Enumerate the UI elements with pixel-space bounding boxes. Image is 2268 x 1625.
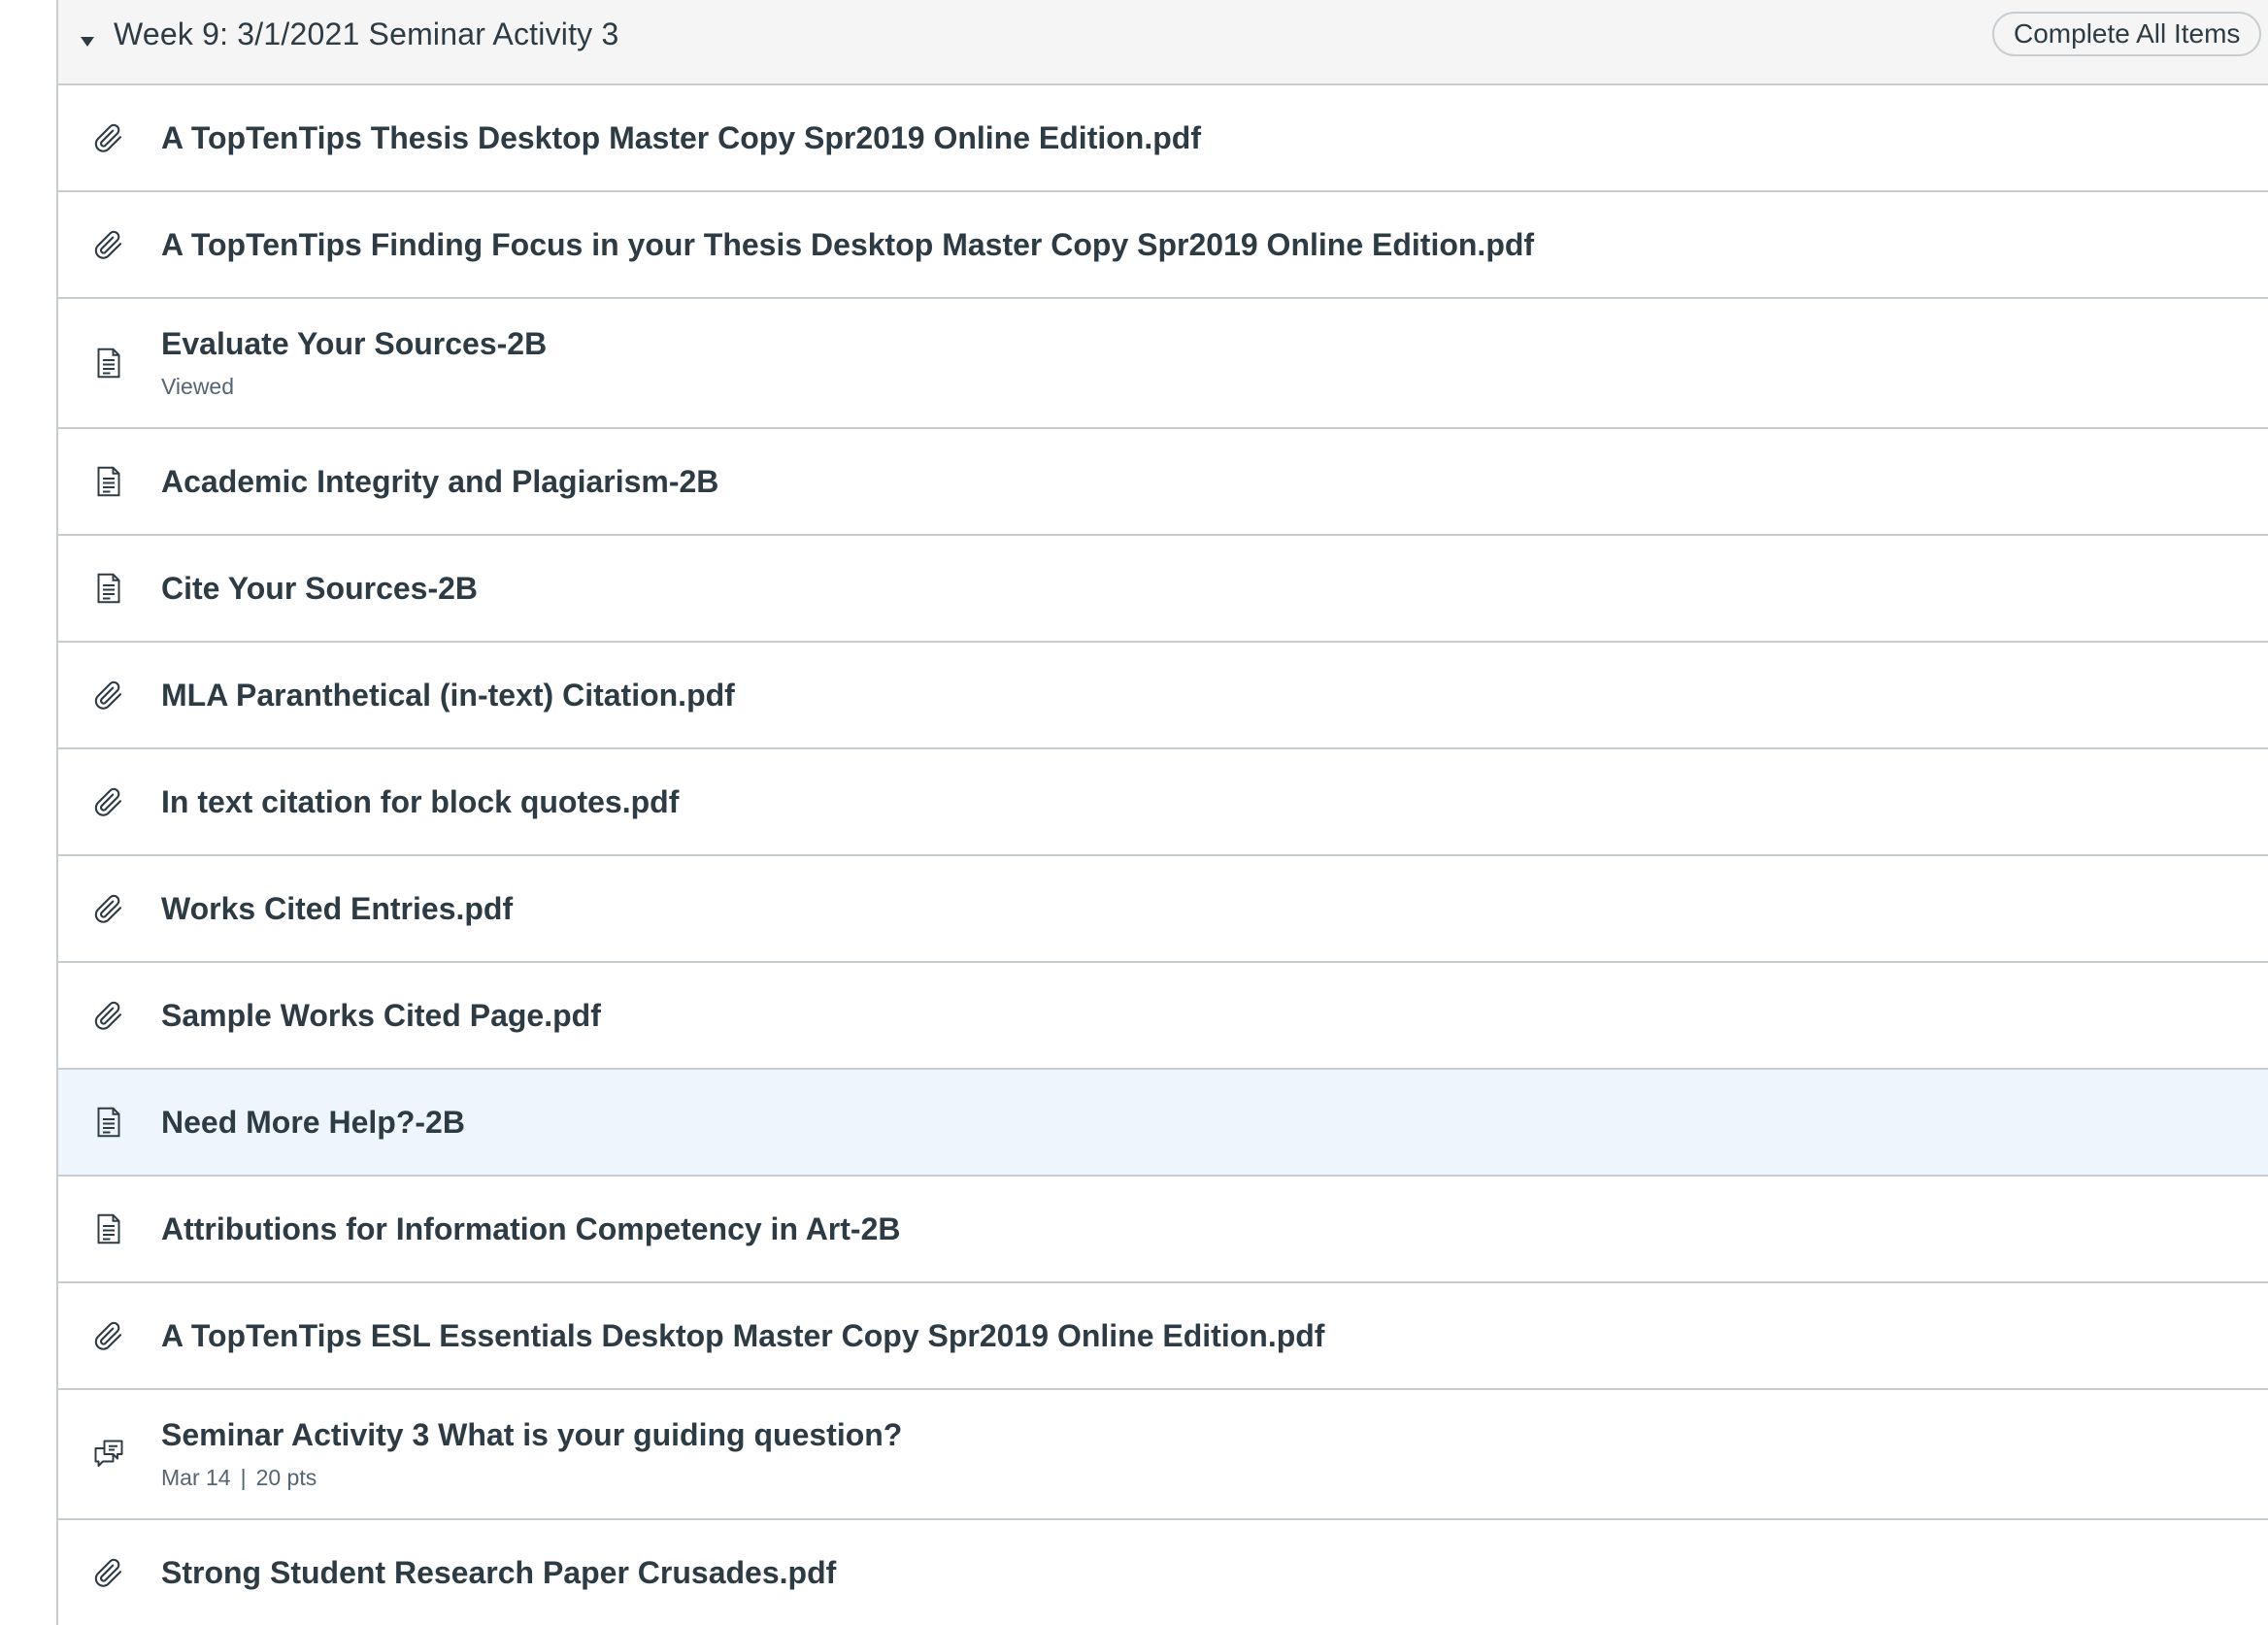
module-item-body: MLA Paranthetical (in-text) Citation.pdf [161,678,735,713]
module-item-title-link[interactable]: Need More Help?-2B [161,1105,465,1141]
paperclip-icon [91,1555,126,1590]
module-item[interactable]: Cite Your Sources-2B [58,536,2268,643]
due-date: Mar 14 [161,1465,231,1490]
document-icon [91,464,126,499]
paperclip-icon [91,998,126,1033]
module-item-title-link[interactable]: A TopTenTips Thesis Desktop Master Copy … [161,120,1201,156]
paperclip-icon [91,784,126,819]
module-item-title-link[interactable]: Strong Student Research Paper Crusades.p… [161,1555,836,1591]
module-item-title-link[interactable]: Evaluate Your Sources-2B [161,326,547,362]
document-icon [91,346,126,381]
module-item[interactable]: Seminar Activity 3 What is your guiding … [58,1390,2268,1520]
paperclip-icon [91,227,126,262]
module-item-title-link[interactable]: Cite Your Sources-2B [161,571,478,607]
item-details: Mar 14 | 20 pts [161,1465,902,1491]
module-item[interactable]: Evaluate Your Sources-2B Viewed [58,299,2268,429]
viewed-status: Viewed [161,374,235,399]
module-item-title-link[interactable]: Attributions for Information Competency … [161,1211,900,1247]
caret-down-icon[interactable] [81,37,94,47]
module-item-title-link[interactable]: MLA Paranthetical (in-text) Citation.pdf [161,678,735,713]
points-possible: 20 pts [255,1465,317,1490]
module-item[interactable]: Academic Integrity and Plagiarism-2B [58,429,2268,536]
page: Week 9: 3/1/2021 Seminar Activity 3 Comp… [0,0,2268,1625]
module-item[interactable]: A TopTenTips Thesis Desktop Master Copy … [58,85,2268,192]
module-item-title-link[interactable]: A TopTenTips ESL Essentials Desktop Mast… [161,1318,1324,1354]
module-item-title-link[interactable]: Academic Integrity and Plagiarism-2B [161,464,718,500]
module-item-body: Need More Help?-2B [161,1105,465,1141]
complete-all-items-button[interactable]: Complete All Items [1992,12,2262,56]
paperclip-icon [91,120,126,155]
module-item-body: In text citation for block quotes.pdf [161,784,679,820]
module-item[interactable]: Sample Works Cited Page.pdf [58,963,2268,1070]
module-item-title-link[interactable]: Seminar Activity 3 What is your guiding … [161,1417,902,1453]
module-item[interactable]: Works Cited Entries.pdf [58,856,2268,963]
module-title[interactable]: Week 9: 3/1/2021 Seminar Activity 3 [114,17,618,52]
module-item-body: Sample Works Cited Page.pdf [161,998,601,1034]
module-item-body: A TopTenTips Thesis Desktop Master Copy … [161,120,1201,156]
paperclip-icon [91,891,126,926]
discussion-icon [91,1437,126,1472]
paperclip-icon [91,678,126,713]
module-item-body: Strong Student Research Paper Crusades.p… [161,1555,836,1591]
module-item-body: Cite Your Sources-2B [161,571,478,607]
document-icon [91,1211,126,1246]
module-item[interactable]: Attributions for Information Competency … [58,1177,2268,1283]
paperclip-icon [91,1318,126,1353]
module-item[interactable]: A TopTenTips ESL Essentials Desktop Mast… [58,1283,2268,1390]
meta-separator: | [240,1465,247,1490]
module-item-body: Works Cited Entries.pdf [161,891,513,927]
module-item-body: Seminar Activity 3 What is your guiding … [161,1417,902,1491]
module-item-title-link[interactable]: In text citation for block quotes.pdf [161,784,679,820]
module-item[interactable]: In text citation for block quotes.pdf [58,749,2268,856]
module-item[interactable]: A TopTenTips Finding Focus in your Thesi… [58,192,2268,299]
module-header[interactable]: Week 9: 3/1/2021 Seminar Activity 3 Comp… [58,0,2268,85]
module-items-list: A TopTenTips Thesis Desktop Master Copy … [58,85,2268,1625]
module-item-title-link[interactable]: Works Cited Entries.pdf [161,891,513,927]
module-item[interactable]: MLA Paranthetical (in-text) Citation.pdf [58,643,2268,749]
module-item[interactable]: Need More Help?-2B [58,1070,2268,1177]
module-week-9: Week 9: 3/1/2021 Seminar Activity 3 Comp… [58,0,2268,1625]
module-item[interactable]: Strong Student Research Paper Crusades.p… [58,1520,2268,1625]
module-item-body: Academic Integrity and Plagiarism-2B [161,464,718,500]
module-item-body: A TopTenTips Finding Focus in your Thesi… [161,227,1534,263]
module-item-body: A TopTenTips ESL Essentials Desktop Mast… [161,1318,1324,1354]
document-icon [91,1105,126,1140]
module-item-title-link[interactable]: Sample Works Cited Page.pdf [161,998,601,1034]
document-icon [91,571,126,606]
module-item-body: Attributions for Information Competency … [161,1211,900,1247]
module-item-title-link[interactable]: A TopTenTips Finding Focus in your Thesi… [161,227,1534,263]
left-gutter [0,0,58,1625]
module-item-body: Evaluate Your Sources-2B Viewed [161,326,547,400]
